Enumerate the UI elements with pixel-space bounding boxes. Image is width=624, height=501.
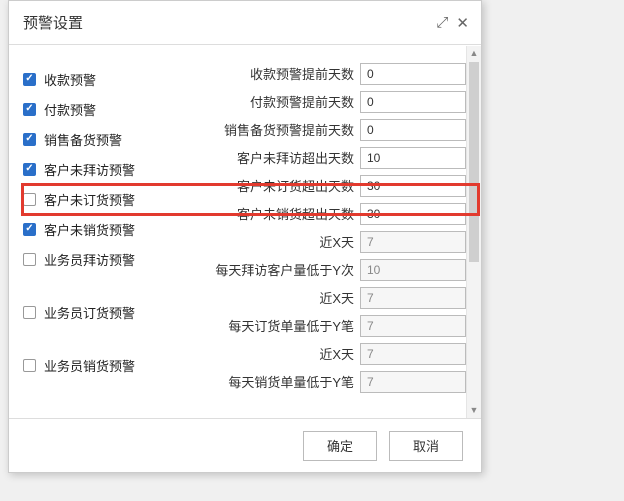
- checkbox-icon[interactable]: [23, 133, 36, 146]
- left-column: 收款预警 付款预警 销售备货预警 客户未拜访预警 客户未订货预警 客户未销货预警…: [23, 60, 188, 396]
- chk-row-nosale[interactable]: 客户未销货预警: [23, 214, 188, 244]
- chk-label: 付款预警: [44, 100, 96, 119]
- chk-row-stafforder[interactable]: 业务员订货预警: [23, 297, 188, 327]
- field-label: 客户未拜访超出天数: [188, 148, 360, 167]
- content: 收款预警 付款预警 销售备货预警 客户未拜访预警 客户未订货预警 客户未销货预警…: [23, 60, 466, 396]
- field-label: 每天拜访客户量低于Y次: [188, 260, 360, 279]
- checkbox-icon[interactable]: [23, 223, 36, 236]
- field-row: 每天拜访客户量低于Y次: [188, 256, 466, 283]
- field-label: 近X天: [188, 288, 360, 307]
- payment-days-input[interactable]: [360, 91, 466, 113]
- chk-row-novisit[interactable]: 客户未拜访预警: [23, 154, 188, 184]
- field-label: 客户未销货超出天数: [188, 204, 360, 223]
- chk-label: 业务员销货预警: [44, 356, 135, 375]
- field-row: 销售备货预警提前天数: [188, 116, 466, 143]
- header-icons: ⤢ ✕: [436, 14, 469, 32]
- staffsale-x-input[interactable]: [360, 343, 466, 365]
- checkbox-icon[interactable]: [23, 306, 36, 319]
- chk-row-staffsale[interactable]: 业务员销货预警: [23, 350, 188, 380]
- chk-row-receipt[interactable]: 收款预警: [23, 64, 188, 94]
- expand-icon[interactable]: ⤢: [436, 14, 448, 31]
- ok-button[interactable]: 确定: [303, 431, 377, 461]
- stafforder-y-input[interactable]: [360, 315, 466, 337]
- field-row: 付款预警提前天数: [188, 88, 466, 115]
- field-label: 收款预警提前天数: [188, 64, 360, 83]
- right-column: 收款预警提前天数 付款预警提前天数 销售备货预警提前天数 客户未拜访超出天数 客…: [188, 60, 466, 396]
- field-row: 近X天: [188, 340, 466, 367]
- dialog-title: 预警设置: [23, 12, 83, 33]
- checkbox-icon[interactable]: [23, 253, 36, 266]
- staffvisit-y-input[interactable]: [360, 259, 466, 281]
- chk-label: 客户未拜访预警: [44, 160, 135, 179]
- field-label: 销售备货预警提前天数: [188, 120, 360, 139]
- field-label: 近X天: [188, 344, 360, 363]
- stock-days-input[interactable]: [360, 119, 466, 141]
- stafforder-x-input[interactable]: [360, 287, 466, 309]
- dialog-header: 预警设置 ⤢ ✕: [9, 1, 481, 45]
- nosale-days-input[interactable]: [360, 203, 466, 225]
- checkbox-icon[interactable]: [23, 163, 36, 176]
- chk-label: 销售备货预警: [44, 130, 122, 149]
- field-label: 客户未订货超出天数: [188, 176, 360, 195]
- chk-label: 业务员订货预警: [44, 303, 135, 322]
- dialog-body: 收款预警 付款预警 销售备货预警 客户未拜访预警 客户未订货预警 客户未销货预警…: [9, 46, 478, 418]
- novisit-days-input[interactable]: [360, 147, 466, 169]
- scrollbar[interactable]: ▲ ▼: [466, 46, 481, 418]
- dialog-footer: 确定 取消: [9, 418, 481, 472]
- staffvisit-x-input[interactable]: [360, 231, 466, 253]
- field-row: 每天订货单量低于Y笔: [188, 312, 466, 339]
- receipt-days-input[interactable]: [360, 63, 466, 85]
- scrollbar-thumb[interactable]: [469, 62, 479, 262]
- field-row: 近X天: [188, 228, 466, 255]
- scrollbar-down-icon[interactable]: ▼: [467, 403, 481, 418]
- field-label: 每天销货单量低于Y笔: [188, 372, 360, 391]
- field-row: 客户未订货超出天数: [188, 172, 466, 199]
- chk-label: 客户未订货预警: [44, 190, 135, 209]
- chk-row-stock[interactable]: 销售备货预警: [23, 124, 188, 154]
- field-label: 每天订货单量低于Y笔: [188, 316, 360, 335]
- checkbox-icon[interactable]: [23, 103, 36, 116]
- scrollbar-up-icon[interactable]: ▲: [467, 46, 481, 61]
- field-label: 近X天: [188, 232, 360, 251]
- staffsale-y-input[interactable]: [360, 371, 466, 393]
- checkbox-icon[interactable]: [23, 73, 36, 86]
- checkbox-icon[interactable]: [23, 359, 36, 372]
- chk-row-staffvisit[interactable]: 业务员拜访预警: [23, 244, 188, 274]
- chk-label: 客户未销货预警: [44, 220, 135, 239]
- chk-row-payment[interactable]: 付款预警: [23, 94, 188, 124]
- chk-row-noorder[interactable]: 客户未订货预警: [23, 184, 188, 214]
- noorder-days-input[interactable]: [360, 175, 466, 197]
- chk-label: 收款预警: [44, 70, 96, 89]
- field-row: 收款预警提前天数: [188, 60, 466, 87]
- close-icon[interactable]: ✕: [456, 14, 469, 32]
- checkbox-icon[interactable]: [23, 193, 36, 206]
- field-row: 每天销货单量低于Y笔: [188, 368, 466, 395]
- field-row: 近X天: [188, 284, 466, 311]
- field-row: 客户未拜访超出天数: [188, 144, 466, 171]
- chk-label: 业务员拜访预警: [44, 250, 135, 269]
- field-row: 客户未销货超出天数: [188, 200, 466, 227]
- field-label: 付款预警提前天数: [188, 92, 360, 111]
- alert-settings-dialog: 预警设置 ⤢ ✕ 收款预警 付款预警 销售备货预警 客户未拜访预警 客户未订货预…: [8, 0, 482, 473]
- cancel-button[interactable]: 取消: [389, 431, 463, 461]
